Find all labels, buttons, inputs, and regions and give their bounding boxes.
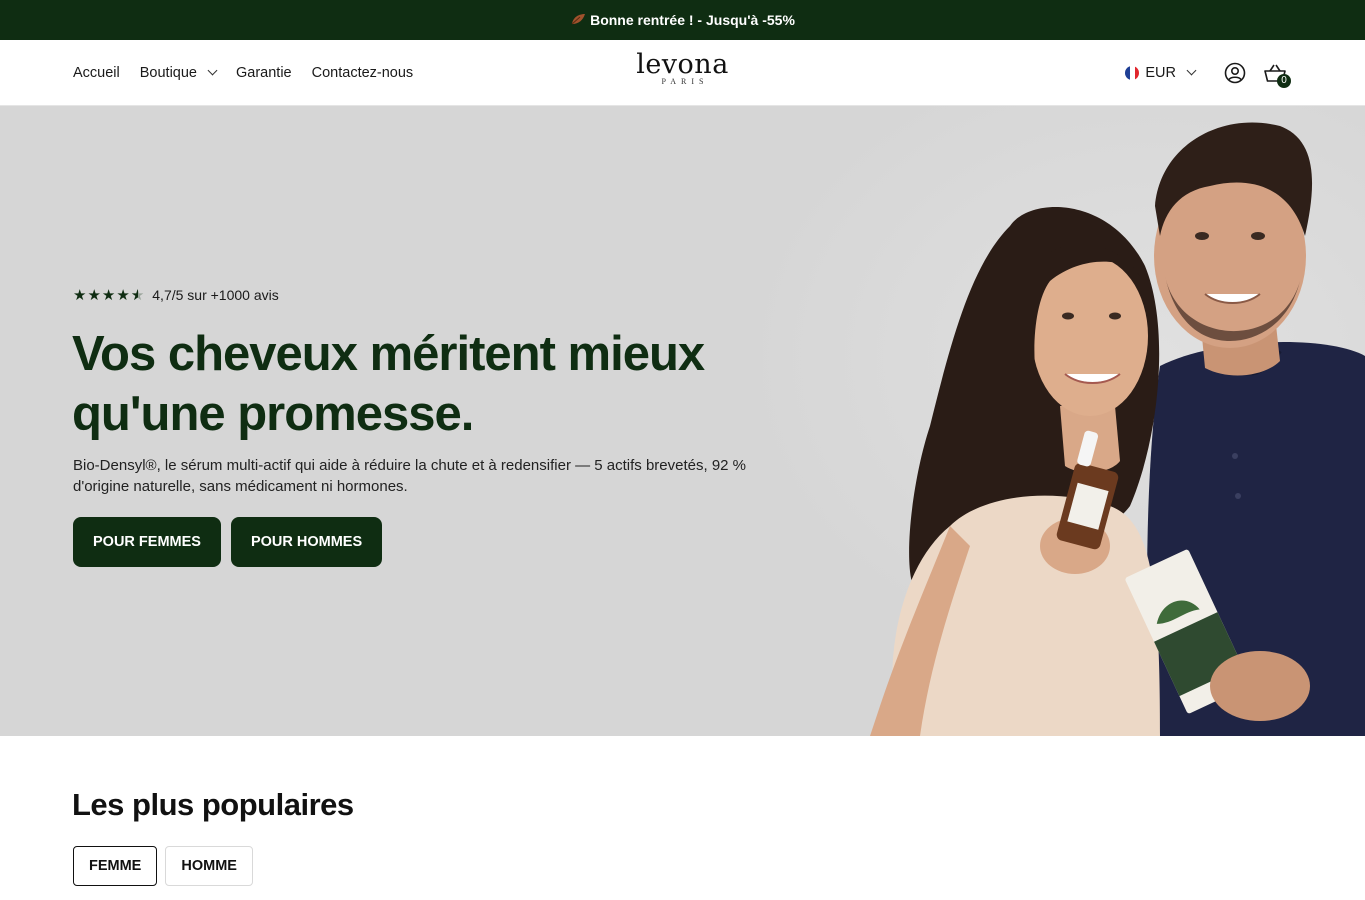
hero-couple-photo: [870, 122, 1365, 736]
hero-cta-group: POUR FEMMES POUR HOMMES: [73, 517, 383, 567]
hero-banner: ★ ★ ★ ★ ★★ 4,7/5 sur +1000 avis Vos chev…: [0, 106, 1365, 736]
account-button[interactable]: [1215, 53, 1255, 93]
cart-count-badge: 0: [1277, 73, 1291, 88]
header-utilities: EUR 0: [1125, 40, 1295, 105]
gender-tabs: FEMME HOMME: [73, 846, 253, 886]
logo-wordmark: levona: [636, 49, 729, 80]
announcement-text: Bonne rentrée ! - Jusqu'à -55%: [590, 12, 795, 28]
half-star-icon: ★★: [130, 286, 145, 304]
nav-accueil-label: Accueil: [73, 64, 120, 81]
star-icon: ★: [101, 286, 116, 304]
nav-boutique[interactable]: Boutique: [139, 64, 218, 81]
nav-garantie[interactable]: Garantie: [236, 65, 292, 81]
rating-stars: ★ ★ ★ ★ ★★: [73, 288, 144, 303]
nav-accueil[interactable]: Accueil: [73, 65, 120, 81]
section-title-popular: Les plus populaires: [72, 787, 354, 822]
cart-button[interactable]: 0: [1255, 53, 1295, 93]
tab-femme[interactable]: FEMME: [73, 846, 158, 886]
currency-selector[interactable]: EUR: [1125, 64, 1197, 81]
chevron-down-icon: [1186, 65, 1197, 76]
user-circle-icon: [1224, 62, 1246, 83]
announcement-bar: Bonne rentrée ! - Jusqu'à -55%: [0, 0, 1365, 40]
hero-description: Bio-Densyl®, le sérum multi-actif qui ai…: [73, 457, 747, 495]
hero-title: Vos cheveux méritent mieux qu'une promes…: [72, 327, 705, 441]
rating-summary: ★ ★ ★ ★ ★★ 4,7/5 sur +1000 avis: [73, 287, 279, 303]
star-icon: ★: [116, 286, 130, 304]
nav-garantie-label: Garantie: [236, 64, 292, 81]
shop-men-button[interactable]: POUR HOMMES: [230, 517, 383, 567]
rating-text: 4,7/5 sur +1000 avis: [152, 287, 279, 303]
nav-contact[interactable]: Contactez-nous: [312, 65, 414, 81]
chevron-down-icon: [207, 65, 218, 76]
site-logo[interactable]: levona PARIS: [620, 49, 745, 87]
france-flag-icon: [1125, 65, 1140, 80]
nav-contact-label: Contactez-nous: [311, 64, 414, 81]
site-header: Accueil Boutique Garantie Contactez-nous…: [0, 40, 1365, 106]
autumn-leaf-icon: [570, 12, 586, 29]
star-icon: ★: [87, 286, 101, 304]
main-nav: Accueil Boutique Garantie Contactez-nous: [73, 40, 413, 105]
currency-label: EUR: [1145, 64, 1176, 81]
tab-homme[interactable]: HOMME: [165, 846, 253, 886]
shop-women-button[interactable]: POUR FEMMES: [73, 517, 221, 567]
star-icon: ★: [73, 286, 87, 304]
nav-boutique-label: Boutique: [139, 64, 197, 81]
